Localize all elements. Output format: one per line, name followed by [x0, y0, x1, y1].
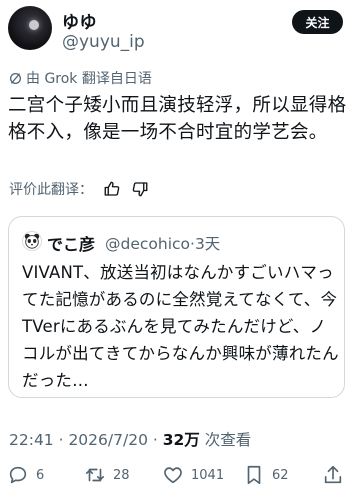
view-count: 32万 — [162, 431, 200, 449]
author-display-name[interactable]: ゆゆ — [62, 8, 97, 33]
share-icon — [324, 465, 342, 484]
retweet-button[interactable]: 28 — [84, 464, 130, 486]
like-button[interactable]: 1041 — [162, 464, 224, 486]
retweet-icon — [85, 468, 105, 482]
bookmark-icon — [247, 465, 261, 485]
share-button[interactable] — [322, 464, 344, 486]
quoted-text: VIVANT、放送当初はなんかすごいハマってた記憶があるのに全然覚えてなくて、今… — [22, 263, 339, 390]
quoted-avatar[interactable] — [22, 231, 42, 251]
quoted-tweet[interactable]: でこ彦 @decohico·3天 VIVANT、放送当初はなんかすごいハマってた… — [8, 216, 345, 398]
thumbs-down-icon[interactable] — [131, 180, 149, 198]
follow-button[interactable]: 关注 — [292, 10, 343, 34]
action-bar: 6 28 1041 62 — [0, 462, 353, 492]
tweet-timestamp[interactable]: 22:41 · 2026/7/20 · — [9, 431, 163, 449]
retweet-count: 28 — [113, 467, 130, 483]
quoted-display-name[interactable]: でこ彦 — [47, 231, 95, 255]
bookmark-count: 62 — [272, 467, 289, 483]
like-count: 1041 — [191, 467, 225, 483]
rate-translation-label: 评价此翻译： — [9, 182, 93, 198]
reply-icon — [9, 466, 27, 484]
rate-translation: 评价此翻译： — [9, 177, 149, 201]
author-handle[interactable]: @yuyu_ip — [62, 32, 145, 52]
heart-icon — [164, 467, 182, 484]
tweet-header: ゆゆ @yuyu_ip 关注 — [0, 0, 353, 60]
reply-button[interactable]: 6 — [7, 464, 44, 486]
translation-note[interactable]: 由 Grok 翻译自日语 — [9, 68, 152, 88]
avatar[interactable] — [8, 6, 52, 50]
bookmark-button[interactable]: 62 — [243, 464, 289, 486]
views-suffix: 次查看 — [199, 431, 252, 449]
quoted-handle-time: @decohico·3天 — [105, 235, 221, 253]
tweet-text: 二宫个子矮小而且演技轻浮，所以显得格格不入，像是一场不合时宜的学艺会。 — [8, 95, 347, 143]
reply-count: 6 — [36, 467, 45, 483]
tweet-meta: 22:41 · 2026/7/20 · 32万 次查看 — [9, 428, 251, 450]
translation-note-text: 由 Grok 翻译自日语 — [26, 71, 152, 87]
panda-icon — [24, 233, 40, 249]
grok-icon — [9, 72, 22, 84]
thumbs-up-icon[interactable] — [103, 180, 121, 198]
